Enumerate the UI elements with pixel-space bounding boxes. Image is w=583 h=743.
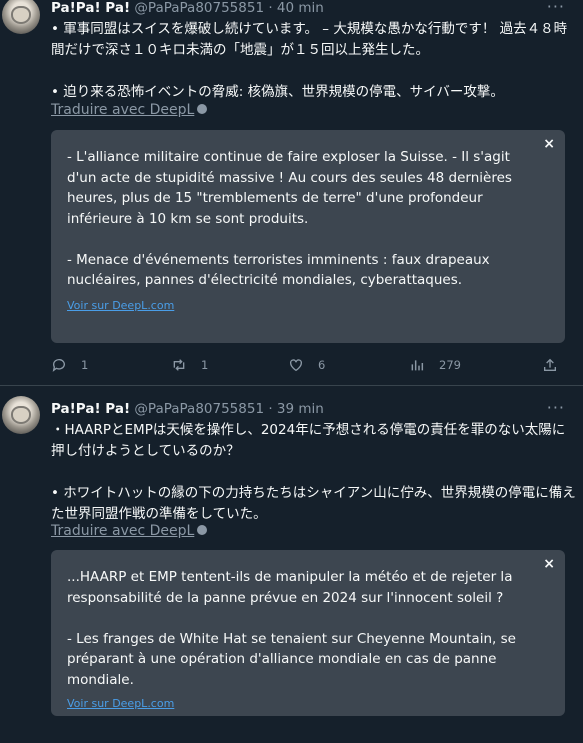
share-button[interactable] xyxy=(542,357,572,373)
tweet-text: ・HAARPとEMPは天候を操作し、2024年に予想される停電の責任を罪のない太… xyxy=(51,422,576,522)
translate-label[interactable]: Traduire avec DeepL xyxy=(51,523,194,539)
close-icon[interactable]: × xyxy=(543,556,555,572)
more-options-icon[interactable]: ··· xyxy=(547,398,565,417)
translation-card: × - L'alliance militaire continue de fai… xyxy=(51,130,565,343)
tweet-2[interactable]: Pa!Pa! Pa! @PaPaPa80755851 · 39 min ··· … xyxy=(0,386,583,743)
share-icon xyxy=(544,358,556,371)
tweet-time[interactable]: · 39 min xyxy=(268,401,324,417)
deepl-link[interactable]: Voir sur DeepL.com xyxy=(67,299,174,312)
retweet-button[interactable]: 1 xyxy=(171,357,208,373)
avatar[interactable] xyxy=(2,0,40,34)
more-options-icon[interactable]: ··· xyxy=(547,0,565,16)
tweet-text: • 軍事同盟はスイスを爆破し続けています。 – 大規模な愚かな行動です！ 過去４… xyxy=(51,21,568,100)
author-name[interactable]: Pa!Pa! Pa! xyxy=(51,401,130,417)
close-icon[interactable]: × xyxy=(543,136,555,152)
tweet-header: Pa!Pa! Pa! @PaPaPa80755851 · 40 min xyxy=(51,0,324,16)
like-count: 6 xyxy=(318,358,326,372)
translation-text: ...HAARP et EMP tentent-ils de manipuler… xyxy=(67,569,516,688)
deepl-icon xyxy=(197,525,208,535)
tweet-time[interactable]: · 40 min xyxy=(268,0,324,16)
tweet-actions: 1 1 6 279 xyxy=(51,357,571,379)
translate-link[interactable]: Traduire avec DeepL xyxy=(51,523,208,539)
translate-label[interactable]: Traduire avec DeepL xyxy=(51,102,194,118)
reply-count: 1 xyxy=(81,358,89,372)
view-count: 279 xyxy=(439,358,461,372)
deepl-icon xyxy=(197,104,208,114)
tweet-1[interactable]: Pa!Pa! Pa! @PaPaPa80755851 · 40 min ··· … xyxy=(0,0,583,385)
author-handle[interactable]: @PaPaPa80755851 xyxy=(134,401,264,417)
reply-icon xyxy=(52,359,65,372)
analytics-icon xyxy=(411,360,424,371)
author-name[interactable]: Pa!Pa! Pa! xyxy=(51,0,130,16)
author-handle[interactable]: @PaPaPa80755851 xyxy=(134,0,264,16)
heart-icon xyxy=(290,359,302,372)
retweet-icon xyxy=(173,359,185,371)
like-button[interactable]: 6 xyxy=(288,357,325,373)
avatar[interactable] xyxy=(2,396,40,434)
tweet-header: Pa!Pa! Pa! @PaPaPa80755851 · 39 min xyxy=(51,401,324,417)
views-button[interactable]: 279 xyxy=(409,357,461,373)
reply-button[interactable]: 1 xyxy=(51,357,88,373)
translate-link[interactable]: Traduire avec DeepL xyxy=(51,102,208,118)
translation-card: × ...HAARP et EMP tentent-ils de manipul… xyxy=(51,550,565,716)
deepl-link[interactable]: Voir sur DeepL.com xyxy=(67,697,174,710)
retweet-count: 1 xyxy=(201,358,209,372)
translation-text: - L'alliance militaire continue de faire… xyxy=(67,149,512,288)
